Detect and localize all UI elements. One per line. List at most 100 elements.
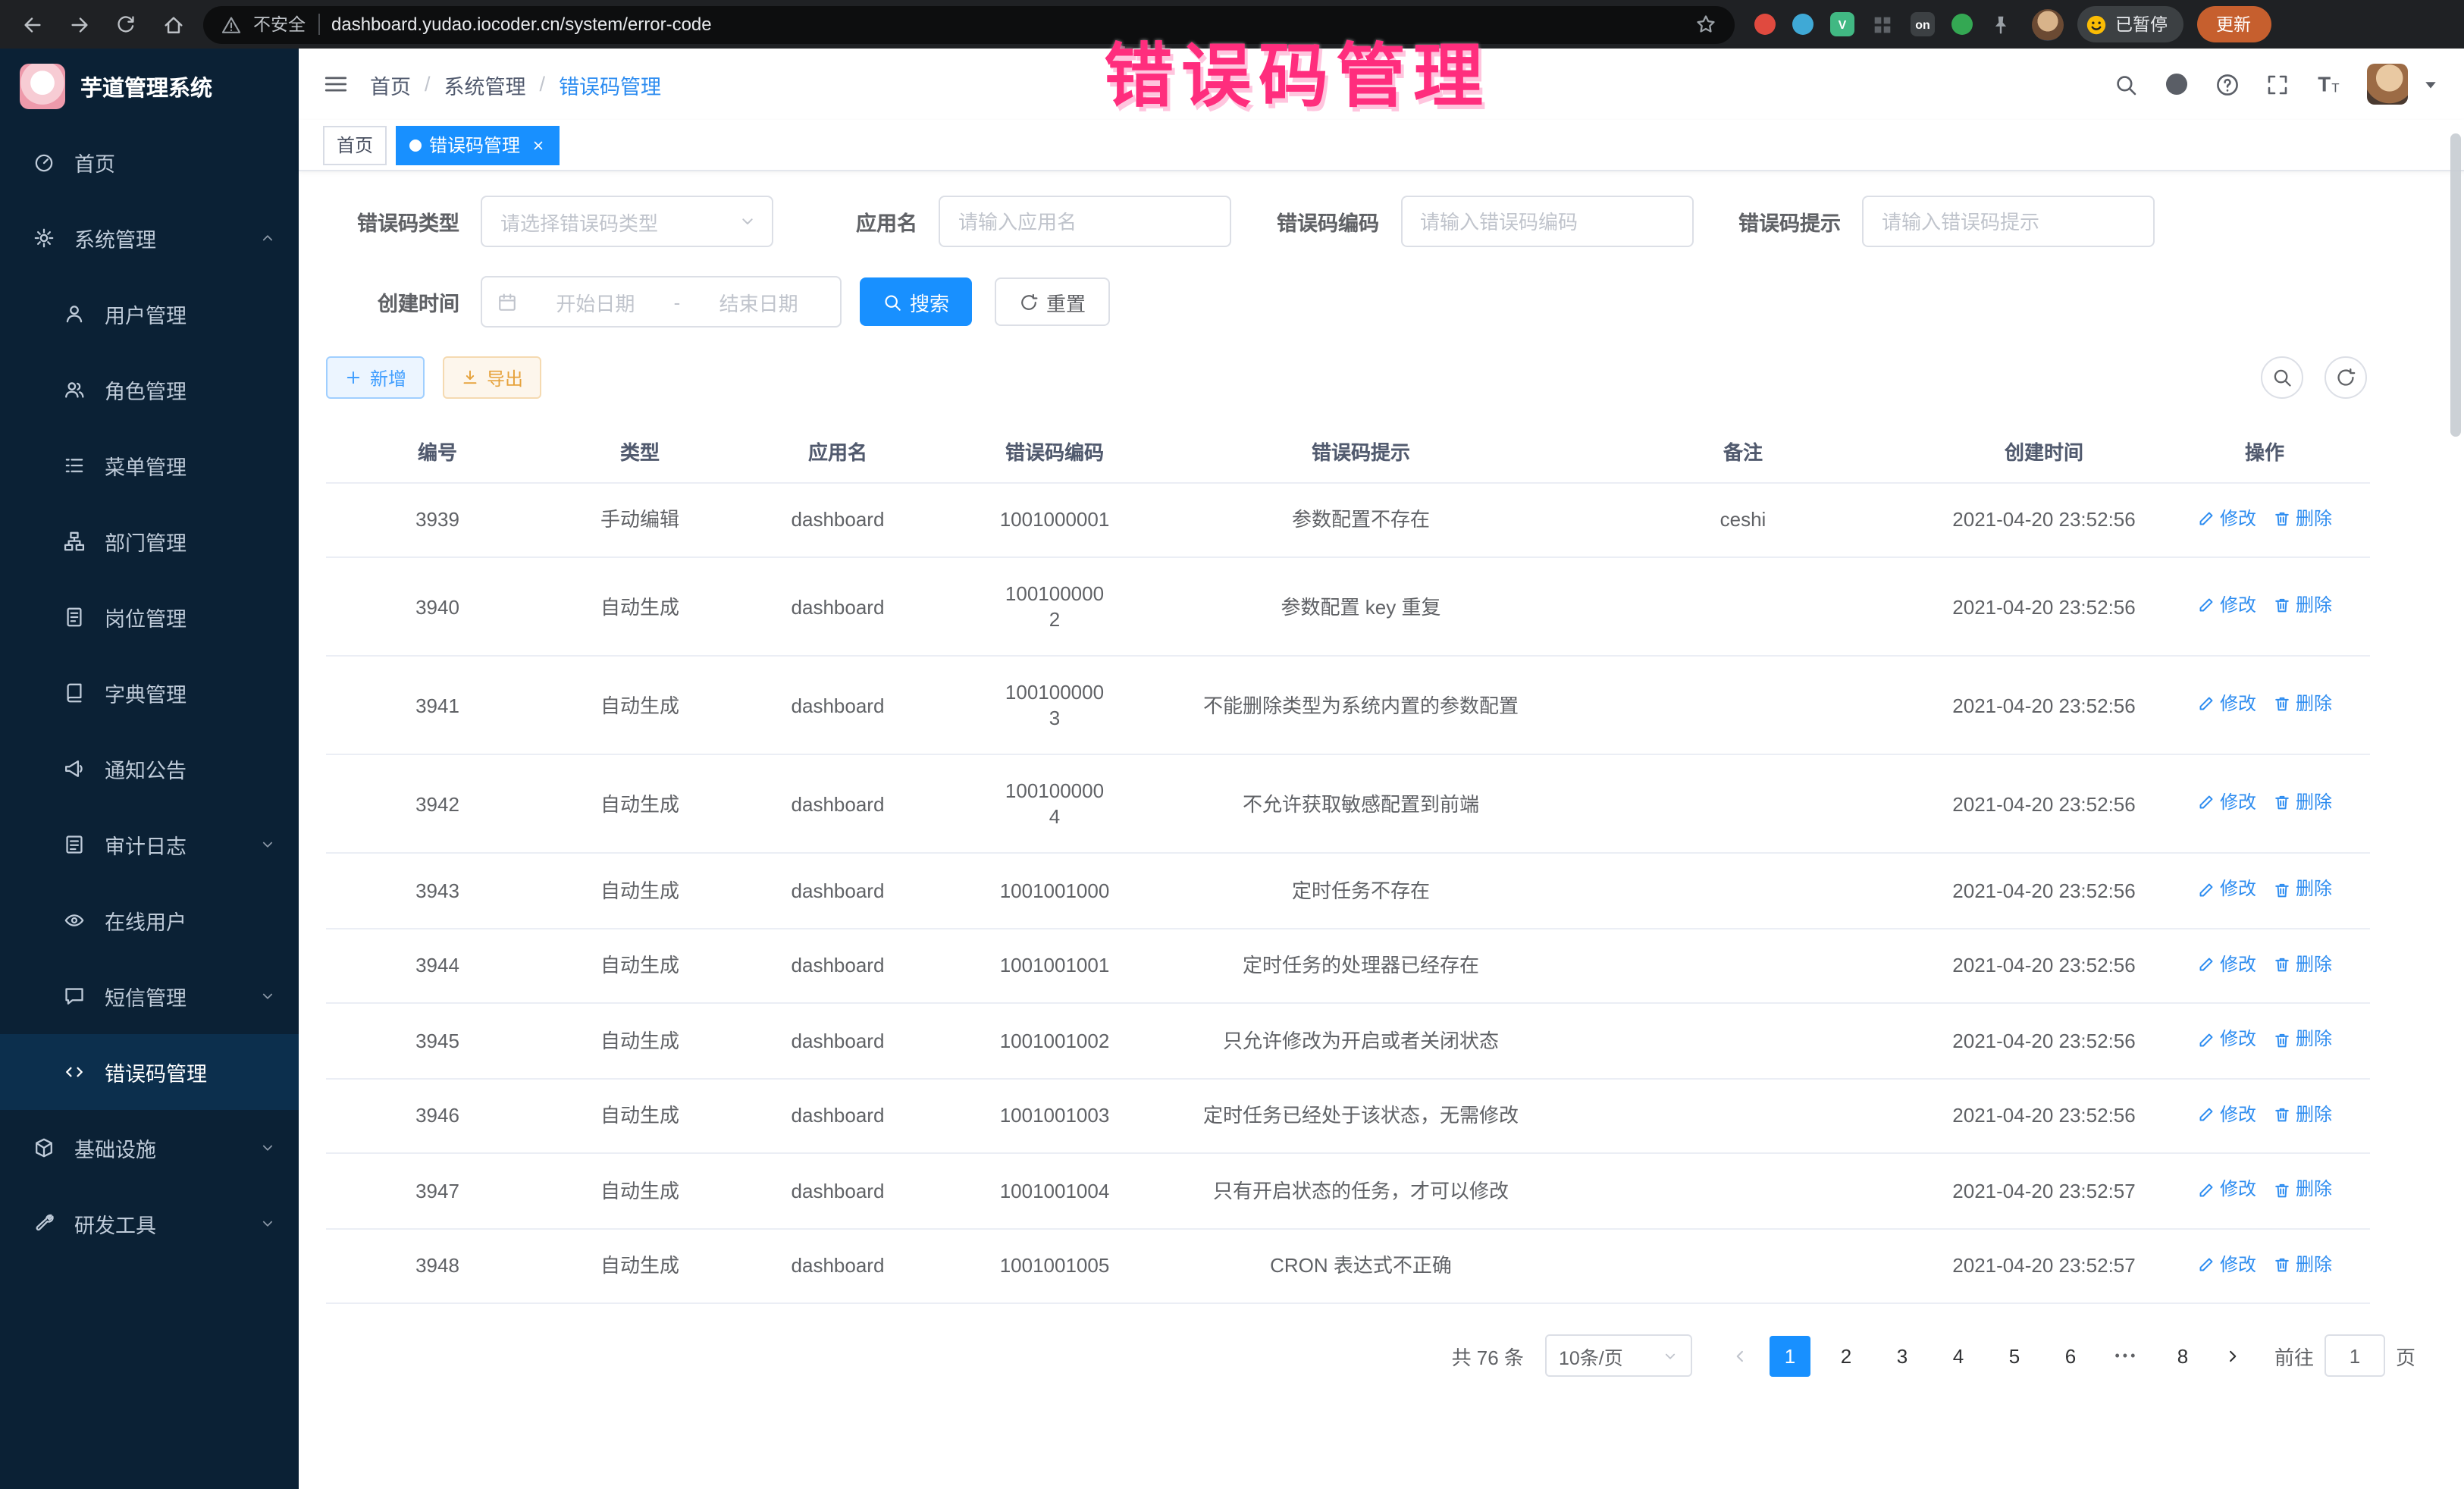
edit-link[interactable]: 修改 (2197, 593, 2256, 619)
toggle-search-button[interactable] (2261, 356, 2303, 399)
browser-reload-icon[interactable] (109, 8, 143, 41)
help-icon[interactable] (2215, 72, 2240, 96)
delete-icon (2273, 794, 2291, 812)
font-size-icon[interactable]: TT (2315, 71, 2341, 97)
sidebar-menu: 首页系统管理用户管理角色管理菜单管理部门管理岗位管理字典管理通知公告审计日志在线… (0, 124, 299, 1262)
delete-link[interactable]: 删除 (2273, 691, 2332, 717)
sidebar-item-user-management[interactable]: 用户管理 (0, 276, 299, 352)
delete-link[interactable]: 删除 (2273, 876, 2332, 902)
app-name-input[interactable] (939, 196, 1231, 247)
caret-down-icon[interactable] (2422, 75, 2440, 93)
page-size-select[interactable]: 10条/页 (1545, 1334, 1692, 1377)
add-button[interactable]: 新增 (326, 356, 425, 399)
breadcrumb-item[interactable]: 系统管理 (444, 69, 526, 99)
tab-close-icon[interactable] (531, 137, 546, 152)
sidebar-item-dev-tools[interactable]: 研发工具 (0, 1186, 299, 1262)
download-icon (461, 368, 479, 387)
browser-back-icon[interactable] (15, 8, 49, 41)
delete-link[interactable]: 删除 (2273, 506, 2332, 531)
sidebar-item-sms-management[interactable]: 短信管理 (0, 958, 299, 1034)
pagination-prev-button[interactable] (1719, 1335, 1760, 1376)
paused-badge[interactable]: 已暂停 (2077, 6, 2183, 42)
sidebar-item-system-management[interactable]: 系统管理 (0, 200, 299, 276)
edit-link[interactable]: 修改 (2197, 1027, 2256, 1052)
sidebar-item-dict-management[interactable]: 字典管理 (0, 655, 299, 731)
error-code-input[interactable] (1400, 196, 1693, 247)
user-avatar[interactable] (2367, 64, 2408, 105)
browser-update-button[interactable]: 更新 (2196, 6, 2271, 42)
error-hint-input[interactable] (1862, 196, 2155, 247)
cell-type: 自动生成 (549, 928, 731, 1003)
refresh-table-button[interactable] (2324, 356, 2367, 399)
sidebar-item-label: 审计日志 (105, 829, 187, 860)
extension-green-icon[interactable] (1951, 14, 1973, 35)
pagination-page[interactable]: 2 (1826, 1335, 1867, 1376)
pagination-page[interactable]: 8 (2162, 1335, 2203, 1376)
sidebar-item-menu-management[interactable]: 菜单管理 (0, 428, 299, 503)
sidebar-item-dept-management[interactable]: 部门管理 (0, 503, 299, 579)
sidebar-item-role-management[interactable]: 角色管理 (0, 352, 299, 428)
table-row: 3942自动生成dashboard100100000 4不允许获取敏感配置到前端… (326, 754, 2370, 853)
address-bar[interactable]: 不安全 dashboard.yudao.iocoder.cn/system/er… (203, 5, 1735, 43)
edit-link[interactable]: 修改 (2197, 790, 2256, 816)
tab-error-code[interactable]: 错误码管理 (396, 125, 560, 165)
extension-grid-icon[interactable] (1871, 13, 1894, 36)
extension-pin-icon[interactable] (1989, 13, 2012, 36)
sidebar: 芋道管理系统 首页系统管理用户管理角色管理菜单管理部门管理岗位管理字典管理通知公… (0, 49, 299, 1489)
pagination-next-button[interactable] (2212, 1335, 2253, 1376)
edit-link[interactable]: 修改 (2197, 691, 2256, 717)
delete-link[interactable]: 删除 (2273, 1252, 2332, 1277)
sidebar-item-online-users[interactable]: 在线用户 (0, 882, 299, 958)
goto-page-input[interactable] (2324, 1334, 2385, 1377)
extension-teal-icon[interactable] (1792, 14, 1814, 35)
browser-profile-avatar[interactable] (2032, 8, 2064, 40)
export-button[interactable]: 导出 (443, 356, 541, 399)
cell-hint: 不允许获取敏感配置到前端 (1165, 754, 1557, 853)
sidebar-item-post-management[interactable]: 岗位管理 (0, 579, 299, 655)
date-range-picker[interactable]: 开始日期 - 结束日期 (481, 276, 842, 328)
edit-link[interactable]: 修改 (2197, 506, 2256, 531)
header-search-icon[interactable] (2114, 72, 2138, 96)
extension-red-icon[interactable] (1754, 14, 1776, 35)
edit-link[interactable]: 修改 (2197, 951, 2256, 977)
github-icon[interactable] (2164, 71, 2190, 97)
app-title: 芋道管理系统 (80, 71, 212, 102)
delete-link[interactable]: 删除 (2273, 1102, 2332, 1127)
breadcrumb-item[interactable]: 首页 (370, 69, 411, 99)
edit-link[interactable]: 修改 (2197, 1102, 2256, 1127)
delete-link[interactable]: 删除 (2273, 593, 2332, 619)
sidebar-item-home[interactable]: 首页 (0, 124, 299, 200)
delete-link[interactable]: 删除 (2273, 951, 2332, 977)
sidebar-item-audit-log[interactable]: 审计日志 (0, 807, 299, 882)
tab-home[interactable]: 首页 (323, 125, 387, 165)
browser-home-icon[interactable] (156, 8, 190, 41)
delete-link[interactable]: 删除 (2273, 1027, 2332, 1052)
pagination-page[interactable]: 1 (1770, 1335, 1810, 1376)
pagination-page[interactable]: 5 (1994, 1335, 2035, 1376)
fullscreen-icon[interactable] (2265, 72, 2290, 96)
error-type-select[interactable]: 请选择错误码类型 (481, 196, 773, 247)
edit-link[interactable]: 修改 (2197, 1252, 2256, 1277)
browser-forward-icon[interactable] (62, 8, 96, 41)
sidebar-item-error-code-management[interactable]: 错误码管理 (0, 1034, 299, 1110)
sidebar-item-notice-announcement[interactable]: 通知公告 (0, 731, 299, 807)
delete-link-label: 删除 (2296, 691, 2332, 717)
cell-hint: 参数配置不存在 (1165, 482, 1557, 557)
pagination-ellipsis[interactable]: ••• (2106, 1335, 2147, 1376)
sidebar-item-infrastructure[interactable]: 基础设施 (0, 1110, 299, 1186)
delete-link[interactable]: 删除 (2273, 790, 2332, 816)
extension-on-icon[interactable]: on (1911, 12, 1935, 36)
sidebar-item-label: 字典管理 (105, 678, 187, 708)
search-button[interactable]: 搜索 (860, 277, 972, 326)
extension-vue-icon[interactable]: V (1830, 12, 1854, 36)
pagination-page[interactable]: 3 (1882, 1335, 1923, 1376)
edit-link[interactable]: 修改 (2197, 876, 2256, 902)
bookmark-star-icon[interactable] (1695, 14, 1716, 35)
page-scrollbar[interactable] (2450, 133, 2461, 437)
edit-link[interactable]: 修改 (2197, 1177, 2256, 1202)
delete-link[interactable]: 删除 (2273, 1177, 2332, 1202)
sidebar-toggle-icon[interactable] (323, 71, 349, 97)
reset-button[interactable]: 重置 (995, 277, 1110, 326)
pagination-page[interactable]: 6 (2050, 1335, 2091, 1376)
pagination-page[interactable]: 4 (1938, 1335, 1979, 1376)
